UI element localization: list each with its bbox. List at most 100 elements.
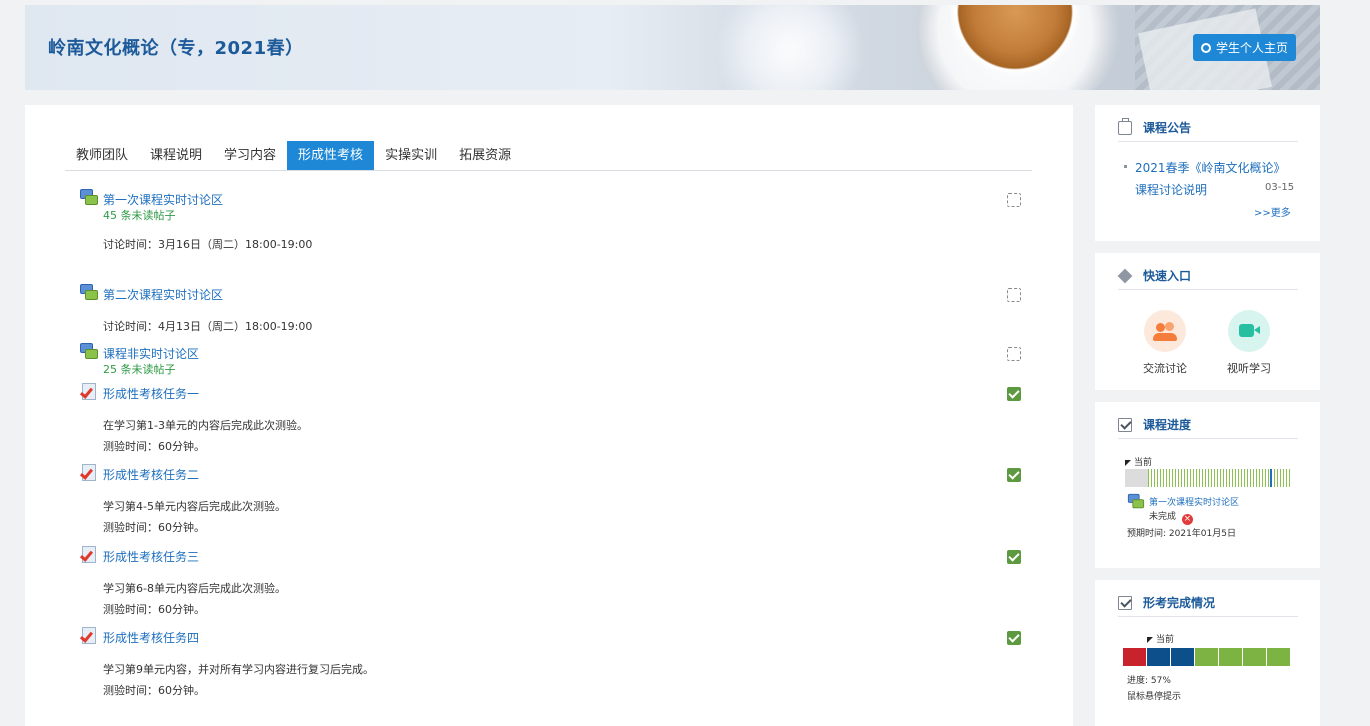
progress-current-mark <box>1270 469 1272 487</box>
announcement-link-line2[interactable]: 课程讨论说明 <box>1135 181 1207 198</box>
tab-learning-content[interactable]: 学习内容 <box>213 141 287 170</box>
completion-segment[interactable] <box>1267 648 1291 666</box>
formative-completion-header: 形考完成情况 <box>1118 594 1298 617</box>
activity-item: 课程非实时讨论区 25 条未读帖子 <box>80 343 1030 379</box>
announcement-title: 课程公告 <box>1143 121 1192 135</box>
quick-entry-header: 快速入口 <box>1117 267 1298 290</box>
tab-formative-assessment[interactable]: 形成性考核 <box>287 141 375 170</box>
activity-description: 学习第9单元内容，并对所有学习内容进行复习后完成。 <box>103 663 374 676</box>
more-link[interactable]: >>更多 <box>1254 204 1291 219</box>
banner-flower-image <box>715 5 865 90</box>
course-progress-bar[interactable] <box>1125 469 1291 487</box>
completion-checkbox[interactable] <box>1007 468 1021 482</box>
activity-link[interactable]: 形成性考核任务四 <box>103 629 199 646</box>
activity-link[interactable]: 第一次课程实时讨论区 <box>103 191 223 208</box>
current-pointer-icon <box>1147 637 1153 643</box>
discussion-shortcut[interactable]: 交流讨论 <box>1135 310 1195 380</box>
activity-item: 形成性考核任务一 在学习第1-3单元的内容后完成此次测验。 测验时间：60分钟。 <box>79 383 1030 455</box>
main-panel: 教师团队 课程说明 学习内容 形成性考核 实操实训 拓展资源 第一次课程实时讨论… <box>25 105 1073 726</box>
announcement-date: 03-15 <box>1265 182 1295 193</box>
completion-checkbox[interactable] <box>1007 347 1021 361</box>
completion-checkbox[interactable] <box>1007 193 1021 207</box>
activity-item: 形成性考核任务二 学习第4-5单元内容后完成此次测验。 测验时间：60分钟。 <box>79 464 1030 536</box>
video-learning-shortcut-label: 视听学习 <box>1227 362 1271 375</box>
course-progress-title: 课程进度 <box>1143 418 1192 432</box>
completion-checkbox[interactable] <box>1007 387 1021 401</box>
quiz-icon <box>79 383 98 401</box>
completion-segments[interactable] <box>1123 648 1291 666</box>
forum-icon <box>80 189 98 207</box>
course-tabs: 教师团队 课程说明 学习内容 形成性考核 实操实训 拓展资源 <box>65 141 1032 171</box>
quiz-duration: 测验时间：60分钟。 <box>103 521 205 534</box>
people-icon <box>1144 310 1186 352</box>
bullet-icon <box>1124 165 1127 168</box>
activity-link[interactable]: 课程非实时讨论区 <box>103 345 199 362</box>
completion-segment[interactable] <box>1219 648 1243 666</box>
activity-link[interactable]: 形成性考核任务三 <box>103 548 199 565</box>
completion-segment[interactable] <box>1123 648 1147 666</box>
activity-link[interactable]: 形成性考核任务二 <box>103 466 199 483</box>
student-home-button[interactable]: 学生个人主页 <box>1193 34 1296 61</box>
quiz-icon <box>79 627 98 645</box>
activity-link[interactable]: 第二次课程实时讨论区 <box>103 286 223 303</box>
announcement-header: 课程公告 <box>1118 118 1298 142</box>
completion-segment[interactable] <box>1147 648 1171 666</box>
notice-board-icon <box>1118 118 1132 135</box>
current-pointer-icon <box>1125 460 1131 466</box>
tab-course-info[interactable]: 课程说明 <box>139 141 213 170</box>
quiz-icon <box>79 464 98 482</box>
video-camera-icon <box>1228 310 1270 352</box>
activity-description: 讨论时间：4月13日（周二）18:00-19:00 <box>103 320 313 333</box>
progress-activity-link[interactable]: 第一次课程实时讨论区 <box>1149 495 1239 508</box>
hover-hint: 鼠标悬停提示 <box>1127 692 1182 702</box>
gear-icon <box>1200 42 1211 53</box>
unread-posts[interactable]: 45 条未读帖子 <box>103 207 176 223</box>
cube-icon <box>1117 268 1133 284</box>
formative-completion-panel: 形考完成情况 当前 进度: 57% 鼠标悬停提示 <box>1095 580 1320 726</box>
announcement-panel: 课程公告 2021春季《岭南文化概论》 课程讨论说明 03-15 >>更多 <box>1095 105 1320 241</box>
video-learning-shortcut[interactable]: 视听学习 <box>1219 310 1279 380</box>
status-text: 未完成 <box>1149 512 1177 522</box>
completion-segment[interactable] <box>1195 648 1219 666</box>
current-label: 当前 <box>1156 635 1175 645</box>
error-x-icon: × <box>1181 514 1193 525</box>
discussion-shortcut-label: 交流讨论 <box>1143 362 1187 375</box>
announcement-link[interactable]: 2021春季《岭南文化概论》 <box>1135 159 1286 176</box>
course-progress-header: 课程进度 <box>1118 416 1298 439</box>
activity-link[interactable]: 形成性考核任务一 <box>103 385 199 402</box>
quiz-duration: 测验时间：60分钟。 <box>103 684 205 697</box>
tab-extended-resources[interactable]: 拓展资源 <box>448 141 522 170</box>
tab-teacher-team[interactable]: 教师团队 <box>65 141 139 170</box>
completion-checkbox[interactable] <box>1007 550 1021 564</box>
current-label: 当前 <box>1134 458 1153 468</box>
progress-status: 未完成 × <box>1149 509 1193 525</box>
activity-description: 在学习第1-3单元的内容后完成此次测验。 <box>103 419 308 432</box>
activity-item: 形成性考核任务三 学习第6-8单元内容后完成此次测验。 测验时间：60分钟。 <box>79 546 1030 618</box>
current-marker: 当前 <box>1147 632 1174 645</box>
formative-completion-title: 形考完成情况 <box>1143 596 1216 610</box>
checkbox-icon <box>1118 596 1132 610</box>
quick-entry-title: 快速入口 <box>1143 269 1192 283</box>
completion-segment[interactable] <box>1171 648 1195 666</box>
unread-posts[interactable]: 25 条未读帖子 <box>103 361 176 377</box>
forum-icon <box>80 284 98 302</box>
activity-item: 形成性考核任务四 学习第9单元内容，并对所有学习内容进行复习后完成。 测验时间：… <box>79 627 1030 699</box>
quiz-duration: 测验时间：60分钟。 <box>103 603 205 616</box>
course-banner: 岭南文化概论（专，2021春） 学生个人主页 <box>25 5 1320 90</box>
current-marker: 当前 <box>1125 455 1152 468</box>
completion-checkbox[interactable] <box>1007 288 1021 302</box>
forum-icon <box>1127 493 1145 510</box>
completion-checkbox[interactable] <box>1007 631 1021 645</box>
activity-item: 第二次课程实时讨论区 讨论时间：4月13日（周二）18:00-19:00 <box>80 284 1030 334</box>
tab-practical-training[interactable]: 实操实训 <box>374 141 448 170</box>
completion-segment[interactable] <box>1243 648 1267 666</box>
activity-item: 第一次课程实时讨论区 45 条未读帖子 讨论时间：3月16日（周二）18:00-… <box>80 189 1030 259</box>
course-progress-panel: 课程进度 当前 第一次课程实时讨论区 未完成 × 预期时间: 2021年01月5… <box>1095 402 1320 568</box>
quick-entry-panel: 快速入口 交流讨论 视听学习 <box>1095 253 1320 390</box>
completion-progress-text: 进度: 57% <box>1127 676 1171 686</box>
activity-description: 学习第4-5单元内容后完成此次测验。 <box>103 500 286 513</box>
course-title: 岭南文化概论（专，2021春） <box>48 38 304 59</box>
checkbox-icon <box>1118 418 1132 432</box>
activity-description: 学习第6-8单元内容后完成此次测验。 <box>103 582 286 595</box>
quiz-icon <box>79 546 98 564</box>
